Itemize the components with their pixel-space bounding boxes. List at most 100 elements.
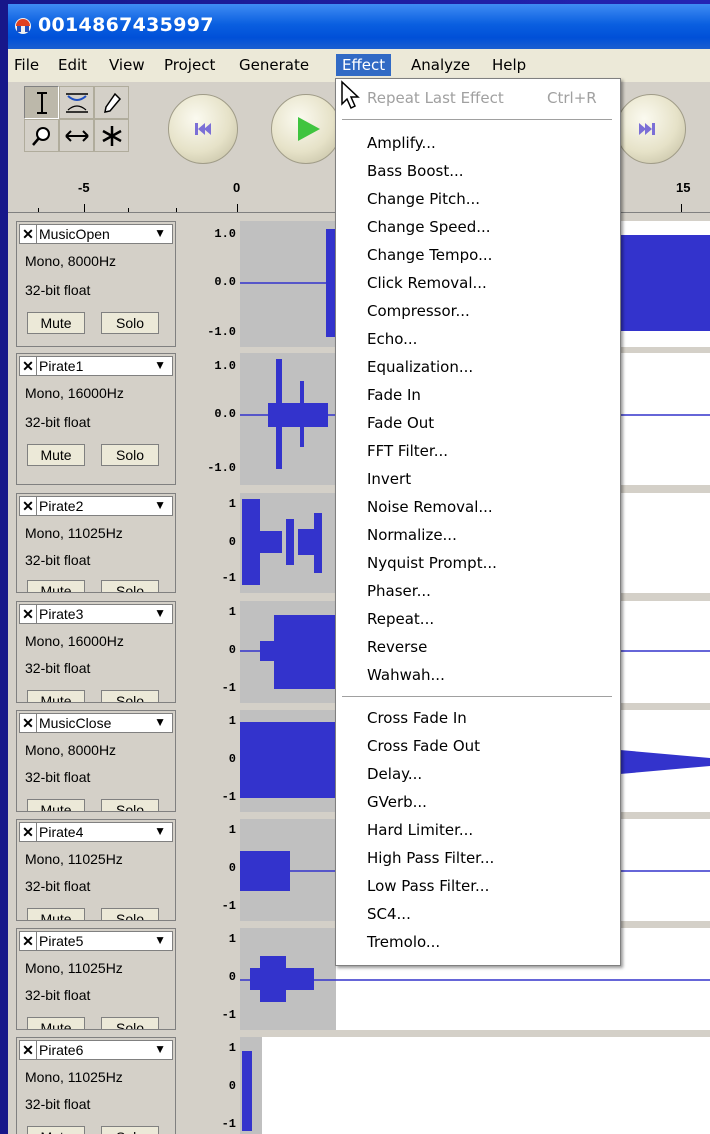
time-shift-tool[interactable] (59, 119, 94, 152)
menu-effect[interactable]: Effect (336, 54, 392, 76)
menu-view[interactable]: View (109, 56, 145, 74)
menu-help[interactable]: Help (492, 56, 526, 74)
mute-button[interactable]: Mute (27, 799, 85, 811)
scale-zero: 0 (228, 1079, 236, 1093)
menu-item-high-pass-filter[interactable]: High Pass Filter... (367, 849, 494, 867)
dropdown-arrow-icon: ▼ (154, 933, 166, 947)
close-track-icon[interactable]: ✕ (20, 497, 37, 515)
mute-button[interactable]: Mute (27, 444, 85, 466)
mute-button[interactable]: Mute (27, 580, 85, 592)
close-track-icon[interactable]: ✕ (20, 357, 37, 375)
envelope-tool[interactable] (59, 86, 94, 119)
scale-min: -1.0 (207, 461, 236, 475)
track-name-menu[interactable]: ✕ Pirate4 ▼ (19, 822, 173, 842)
multi-tool[interactable] (94, 119, 129, 152)
menu-file[interactable]: File (14, 56, 39, 74)
mute-button[interactable]: Mute (27, 690, 85, 702)
track-name-menu[interactable]: ✕ MusicClose ▼ (19, 713, 173, 733)
scale-max: 1.0 (214, 359, 236, 373)
track-name-menu[interactable]: ✕ Pirate6 ▼ (19, 1040, 173, 1060)
amplitude-scale: 1 0 -1 (176, 601, 240, 703)
mute-button[interactable]: Mute (27, 908, 85, 920)
ruler-tick (84, 204, 85, 212)
scale-zero: 0.0 (214, 275, 236, 289)
skip-to-end-button[interactable] (616, 94, 686, 164)
menu-item-gverb[interactable]: GVerb... (367, 793, 427, 811)
menu-item-fade-out[interactable]: Fade Out (367, 414, 434, 432)
menu-item-click-removal[interactable]: Click Removal... (367, 274, 487, 292)
track-control-panel: ✕ MusicClose ▼ Mono, 8000Hz 32-bit float… (16, 710, 176, 812)
track-name-menu[interactable]: ✕ MusicOpen ▼ (19, 224, 173, 244)
menu-item-equalization[interactable]: Equalization... (367, 358, 473, 376)
track-name: MusicOpen (39, 226, 110, 242)
track-name-menu[interactable]: ✕ Pirate3 ▼ (19, 604, 173, 624)
zoom-tool[interactable] (24, 119, 59, 152)
magnifier-icon (31, 126, 50, 146)
menu-item-low-pass-filter[interactable]: Low Pass Filter... (367, 877, 489, 895)
menu-item-hard-limiter[interactable]: Hard Limiter... (367, 821, 473, 839)
menu-item-sc4[interactable]: SC4... (367, 905, 411, 923)
solo-button[interactable]: Solo (101, 312, 159, 334)
menu-project[interactable]: Project (164, 56, 215, 74)
menu-item-repeat[interactable]: Repeat... (367, 610, 434, 628)
menu-item-change-pitch[interactable]: Change Pitch... (367, 190, 480, 208)
menu-edit[interactable]: Edit (58, 56, 87, 74)
solo-button[interactable]: Solo (101, 1126, 159, 1134)
scale-zero: 0 (228, 752, 236, 766)
menu-item-change-speed[interactable]: Change Speed... (367, 218, 491, 236)
waveform-display[interactable] (240, 1037, 710, 1134)
menu-item-tremolo[interactable]: Tremolo... (367, 933, 440, 951)
menu-item-echo[interactable]: Echo... (367, 330, 417, 348)
menu-item-repeat-last-effect[interactable]: Repeat Last Effect (367, 89, 504, 107)
close-track-icon[interactable]: ✕ (20, 605, 37, 623)
menu-item-amplify[interactable]: Amplify... (367, 134, 436, 152)
solo-button[interactable]: Solo (101, 1017, 159, 1029)
play-button[interactable] (271, 94, 341, 164)
solo-button[interactable]: Solo (101, 908, 159, 920)
dropdown-arrow-icon: ▼ (154, 1042, 166, 1056)
track-name-menu[interactable]: ✕ Pirate5 ▼ (19, 931, 173, 951)
menu-item-invert[interactable]: Invert (367, 470, 411, 488)
menu-item-delay[interactable]: Delay... (367, 765, 422, 783)
dropdown-arrow-icon: ▼ (154, 606, 166, 620)
skip-to-start-button[interactable] (168, 94, 238, 164)
menu-item-wahwah[interactable]: Wahwah... (367, 666, 445, 684)
menu-item-compressor[interactable]: Compressor... (367, 302, 470, 320)
amplitude-scale: 1.0 0.0 -1.0 (176, 353, 240, 485)
menu-item-change-tempo[interactable]: Change Tempo... (367, 246, 492, 264)
close-track-icon[interactable]: ✕ (20, 932, 37, 950)
mute-button[interactable]: Mute (27, 1017, 85, 1029)
solo-button[interactable]: Solo (101, 690, 159, 702)
track-control-panel: ✕ Pirate4 ▼ Mono, 11025Hz 32-bit float M… (16, 819, 176, 921)
menu-item-fft-filter[interactable]: FFT Filter... (367, 442, 448, 460)
solo-button[interactable]: Solo (101, 580, 159, 592)
ruler-tick (237, 204, 238, 212)
selection-tool[interactable] (24, 86, 59, 119)
menu-item-bass-boost[interactable]: Bass Boost... (367, 162, 464, 180)
menu-item-noise-removal[interactable]: Noise Removal... (367, 498, 493, 516)
menu-item-nyquist-prompt[interactable]: Nyquist Prompt... (367, 554, 497, 572)
track-control-panel: ✕ Pirate2 ▼ Mono, 11025Hz 32-bit float M… (16, 493, 176, 593)
track-rate: Mono, 11025Hz (25, 851, 123, 867)
title-bar[interactable]: 0014867435997 (8, 4, 710, 49)
close-track-icon[interactable]: ✕ (20, 1041, 37, 1059)
menu-item-reverse[interactable]: Reverse (367, 638, 427, 656)
track-name: Pirate6 (39, 1042, 84, 1058)
track-name-menu[interactable]: ✕ Pirate1 ▼ (19, 356, 173, 376)
close-track-icon[interactable]: ✕ (20, 823, 37, 841)
menu-generate[interactable]: Generate (239, 56, 309, 74)
menu-item-phaser[interactable]: Phaser... (367, 582, 431, 600)
track-name-menu[interactable]: ✕ Pirate2 ▼ (19, 496, 173, 516)
close-track-icon[interactable]: ✕ (20, 225, 37, 243)
close-track-icon[interactable]: ✕ (20, 714, 37, 732)
solo-button[interactable]: Solo (101, 444, 159, 466)
mute-button[interactable]: Mute (27, 312, 85, 334)
mute-button[interactable]: Mute (27, 1126, 85, 1134)
solo-button[interactable]: Solo (101, 799, 159, 811)
menu-item-fade-in[interactable]: Fade In (367, 386, 421, 404)
menu-item-normalize[interactable]: Normalize... (367, 526, 457, 544)
menu-item-cross-fade-in[interactable]: Cross Fade In (367, 709, 467, 727)
draw-tool[interactable] (94, 86, 129, 119)
menu-item-cross-fade-out[interactable]: Cross Fade Out (367, 737, 480, 755)
menu-analyze[interactable]: Analyze (411, 56, 470, 74)
